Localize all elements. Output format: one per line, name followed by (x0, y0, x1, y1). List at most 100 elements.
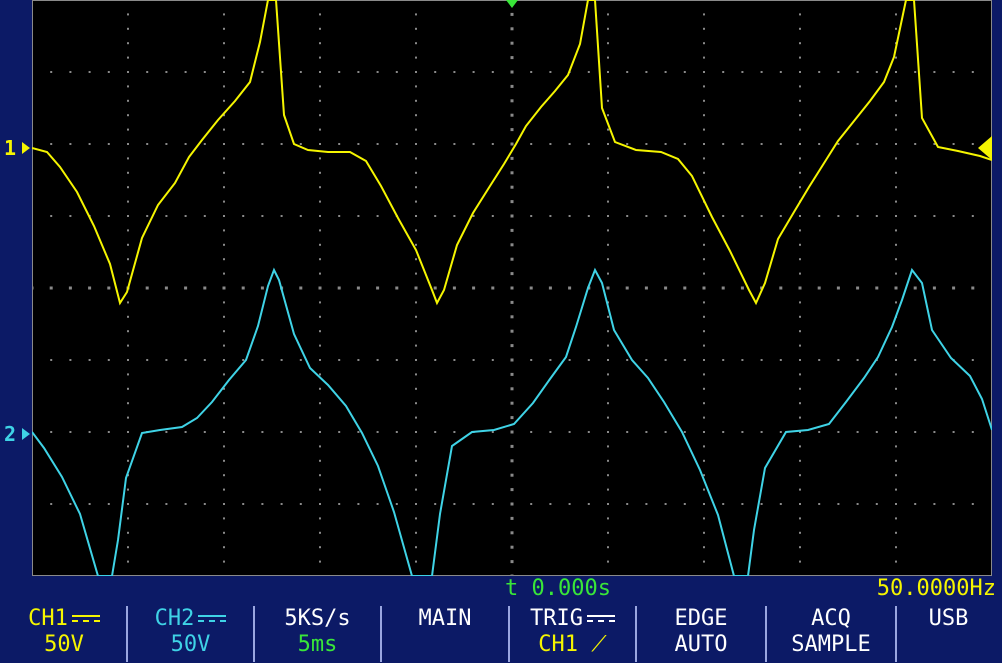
grid-dot (703, 330, 705, 333)
grid-dot (223, 99, 225, 102)
grid-dot (223, 13, 225, 16)
grid-dot (319, 301, 321, 304)
grid-dot (319, 171, 321, 174)
grid-dot (165, 71, 168, 73)
grid-dot (319, 85, 321, 88)
grid-dot (491, 503, 494, 505)
grid-dot (299, 286, 303, 290)
grid-dot (895, 27, 897, 30)
grid-dot (607, 85, 609, 88)
ch1-marker-label: 1 (4, 136, 17, 160)
grid-dot (127, 517, 129, 520)
grid-dot (338, 503, 341, 505)
usb-label: USB (928, 606, 969, 631)
grid-dot (434, 71, 437, 73)
grid-dot (607, 503, 609, 505)
grid-dot (895, 128, 897, 131)
grid-dot (415, 157, 417, 160)
grid-dot (395, 431, 398, 433)
grid-dot (837, 431, 840, 433)
grid-dot (165, 431, 168, 433)
usb-menu-button[interactable]: USB (897, 606, 1000, 662)
grid-dot (607, 243, 609, 246)
grid-dot (703, 143, 705, 145)
grid-dot (127, 445, 129, 448)
grid-dot (607, 56, 609, 59)
grid-dot (703, 402, 705, 405)
grid-dot (395, 359, 398, 361)
grid-dot (453, 143, 456, 145)
grid-dot (415, 330, 417, 333)
grid-dot (626, 503, 629, 505)
ch1-menu-button[interactable]: CH1 50V (2, 606, 128, 662)
grid-dot (549, 215, 552, 217)
grid-dot (319, 488, 321, 491)
grid-dot (415, 546, 417, 549)
grid-dot (914, 431, 917, 433)
waveform-screen (32, 0, 992, 576)
grid-dot (415, 128, 417, 131)
grid-dot (223, 128, 225, 131)
grid-dot (952, 143, 955, 145)
trigger-menu-button[interactable]: TRIG CH1 ⟋ (510, 606, 637, 662)
grid-dot (299, 143, 302, 145)
grid-dot (223, 330, 225, 333)
grid-dot (357, 71, 360, 73)
grid-dot (415, 488, 417, 491)
grid-dot (127, 171, 129, 174)
grid-dot (319, 474, 321, 477)
ch2-menu-button[interactable]: CH2 50V (128, 606, 255, 662)
grid-dot (645, 503, 648, 505)
edge-menu-button[interactable]: EDGE AUTO (637, 606, 767, 662)
grid-dot (491, 143, 494, 145)
grid-dot (127, 330, 129, 333)
timebase-menu-button[interactable]: 5KS/s 5ms (255, 606, 382, 662)
grid-dot (223, 229, 225, 232)
grid-dot (895, 445, 897, 448)
grid-dot (703, 301, 705, 304)
main-menu-button[interactable]: MAIN (382, 606, 510, 662)
grid-dot (664, 286, 668, 290)
grid-dot (587, 215, 590, 217)
grid-dot (568, 143, 571, 145)
grid-dot (625, 286, 629, 290)
grid-dot (127, 243, 129, 246)
grid-dot (127, 315, 129, 318)
grid-dot (510, 300, 514, 304)
grid-dot (549, 431, 552, 433)
grid-dot (319, 344, 321, 347)
grid-dot (223, 171, 225, 174)
grid-dot (875, 286, 879, 290)
grid-dot (799, 416, 801, 419)
grid-dot (818, 359, 821, 361)
grid-dot (779, 143, 782, 145)
grid-dot (319, 359, 321, 361)
grid-dot (50, 359, 53, 361)
grid-dot (933, 431, 936, 433)
grid-dot (914, 215, 917, 217)
grid-dot (127, 459, 129, 462)
grid-dot (607, 215, 609, 217)
grid-dot (242, 215, 245, 217)
grid-dot (703, 445, 705, 448)
grid-dot (164, 286, 168, 290)
grid-dot (107, 71, 110, 73)
grid-dot (741, 143, 744, 145)
grid-dot (933, 503, 936, 505)
grid-dot (223, 474, 225, 477)
grid-dot (415, 229, 417, 232)
grid-dot (146, 215, 149, 217)
acquire-menu-button[interactable]: ACQ SAMPLE (767, 606, 897, 662)
grid-dot (415, 531, 417, 534)
grid-dot (722, 431, 725, 433)
grid-dot (510, 344, 514, 348)
grid-dot (952, 431, 955, 433)
grid-dot (837, 503, 840, 505)
grid-dot (184, 431, 187, 433)
grid-dot (510, 401, 514, 405)
grid-dot (415, 143, 417, 145)
channel-markers (22, 142, 30, 440)
grid-dot (338, 359, 341, 361)
grid-dot (779, 503, 782, 505)
grid-dot (799, 171, 801, 174)
